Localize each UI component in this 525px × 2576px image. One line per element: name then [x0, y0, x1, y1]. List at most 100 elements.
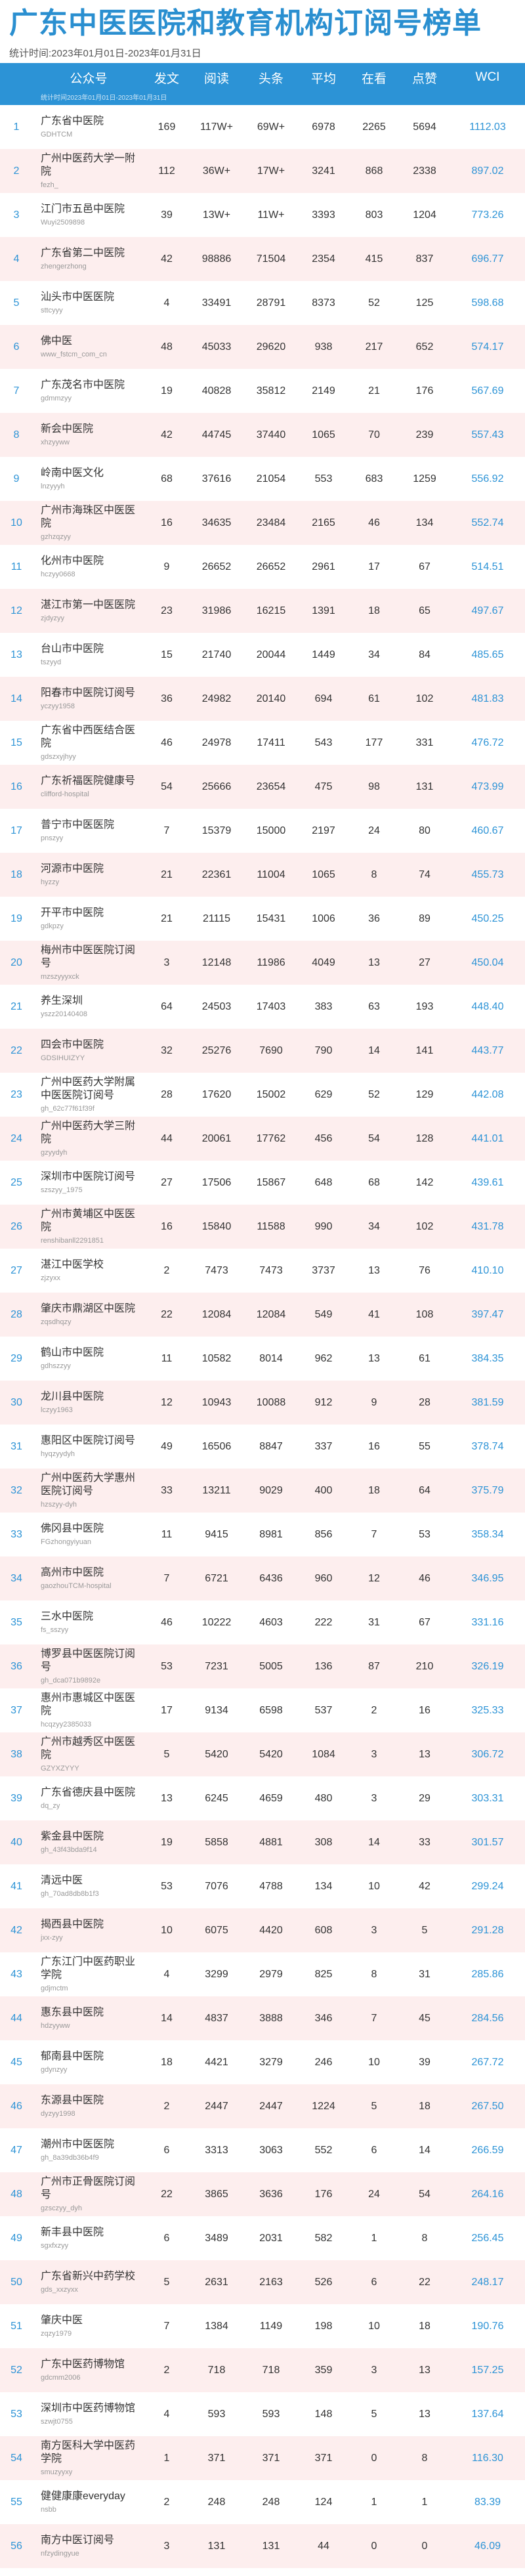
rank-cell: 40 — [10, 1836, 22, 1848]
table-row: 31 惠阳区中医院订阅号 hyqzyydyh 49 16506 8847 337 16 55 37… — [0, 1425, 525, 1469]
avg-cell: 246 — [314, 2056, 333, 2068]
name-cell: 广东省中西医结合医院 gdszxyjhyy — [33, 724, 144, 762]
table-row: 41 清远中医 gh_70ad8db8b1f3 53 7076 4788 134 10 42 29… — [0, 1864, 525, 1908]
wci-cell: 443.77 — [471, 1044, 504, 1056]
account-id: gh_43f43bda9f14 — [41, 1846, 97, 1854]
look-cell: 52 — [368, 1088, 380, 1100]
account-name: 惠州市惠城区中医医院 — [41, 1692, 136, 1717]
table-row: 45 郁南县中医院 gdynzyy 18 4421 3279 246 10 39 267.72 — [0, 2040, 525, 2084]
like-cell: 108 — [415, 1308, 434, 1320]
like-cell: 89 — [419, 912, 430, 924]
name-cell: 佛中医 www_fstcm_com_cn — [33, 335, 144, 359]
wci-cell: 384.35 — [471, 1352, 504, 1364]
wci-cell: 1112.03 — [469, 121, 506, 133]
wci-cell: 285.86 — [471, 1968, 504, 1980]
wci-cell: 441.01 — [471, 1132, 504, 1144]
account-id: fezh_ — [41, 181, 58, 189]
name-cell: 惠东县中医院 hdzyyww — [33, 2006, 144, 2030]
posts-cell: 9 — [163, 561, 170, 572]
avg-cell: 648 — [314, 1176, 333, 1188]
account-id: GDHTCM — [41, 131, 73, 139]
avg-cell: 383 — [314, 1000, 333, 1012]
posts-cell: 3 — [163, 956, 170, 968]
posts-cell: 16 — [161, 1220, 173, 1232]
table-row: 29 鹤山市中医院 gdhszzyy 11 10582 8014 962 13 61 384.35 — [0, 1337, 525, 1381]
account-id: lnzyyyh — [41, 483, 65, 490]
name-cell: 广东茂名市中医院 gdmmzyy — [33, 379, 144, 403]
like-cell: 131 — [415, 781, 434, 792]
like-cell: 33 — [419, 1836, 430, 1848]
like-cell: 22 — [419, 2276, 430, 2288]
like-cell: 67 — [419, 561, 430, 572]
name-cell: 广州市越秀区中医医院 GZYXZYYY — [33, 1736, 144, 1773]
account-name: 佛冈县中医院 — [41, 1523, 104, 1534]
like-cell: 67 — [419, 1616, 430, 1628]
posts-cell: 28 — [161, 1088, 173, 1100]
account-name: 普宁市中医医院 — [41, 819, 115, 830]
rank-cell: 29 — [10, 1352, 22, 1364]
rank-cell: 15 — [10, 737, 22, 748]
posts-cell: 169 — [158, 121, 176, 133]
like-cell: 652 — [415, 341, 434, 353]
reads-cell: 4837 — [205, 2012, 228, 2024]
account-id: renshibanll2291851 — [41, 1237, 104, 1245]
reads-cell: 12148 — [201, 956, 232, 968]
rank-cell: 25 — [10, 1176, 22, 1188]
name-cell: 广州中医药大学一附院 fezh_ — [33, 152, 144, 190]
account-id: nfzydingyue — [41, 2550, 79, 2558]
look-cell: 13 — [368, 956, 380, 968]
posts-cell: 6 — [163, 2144, 170, 2156]
head-cell: 8014 — [259, 1352, 283, 1364]
reads-cell: 10943 — [201, 1396, 232, 1408]
avg-cell: 222 — [314, 1616, 333, 1628]
head-cell: 4788 — [259, 1880, 283, 1892]
name-cell: 广州中医药大学惠州医院订阅号 hzszyy-dyh — [33, 1472, 144, 1509]
account-name: 深圳市中医药博物馆 — [41, 2403, 136, 2414]
head-cell: 4603 — [259, 1616, 283, 1628]
page-title: 广东中医医院和教育机构订阅号榜单 — [9, 7, 482, 40]
reads-cell: 248 — [207, 2496, 226, 2508]
look-cell: 24 — [368, 2188, 380, 2200]
table-row: 25 深圳市中医院订阅号 szszyy_1975 27 17506 15867 648 68 1… — [0, 1161, 525, 1205]
account-name: 新会中医院 — [41, 423, 94, 435]
rank-cell: 10 — [10, 517, 22, 528]
rank-cell: 7 — [13, 385, 20, 397]
like-cell: 193 — [415, 1000, 434, 1012]
look-cell: 0 — [371, 2540, 377, 2552]
reads-cell: 9415 — [205, 1528, 228, 1540]
look-cell: 24 — [368, 825, 380, 836]
account-id: zhengerzhong — [41, 263, 87, 270]
rank-cell: 21 — [10, 1000, 22, 1012]
posts-cell: 7 — [163, 2320, 170, 2332]
name-cell: 广东中医药博物馆 gdcmm2006 — [33, 2358, 144, 2382]
look-cell: 7 — [371, 2012, 377, 2024]
account-id: FGzhongyiyuan — [41, 1538, 92, 1546]
name-cell: 广州市正骨医院订阅号 gzsczyy_dyh — [33, 2176, 144, 2213]
rank-cell: 53 — [10, 2408, 22, 2420]
posts-cell: 23 — [161, 605, 173, 616]
look-cell: 8 — [371, 1968, 377, 1980]
posts-cell: 5 — [163, 2276, 170, 2288]
like-cell: 102 — [415, 693, 434, 704]
posts-cell: 53 — [161, 1660, 173, 1672]
posts-cell: 7 — [163, 825, 170, 836]
look-cell: 14 — [368, 1044, 380, 1056]
rank-cell: 12 — [10, 605, 22, 616]
name-cell: 健健康康everyday nsbb — [33, 2490, 144, 2514]
col-like: 点赞 — [411, 72, 437, 86]
wci-cell: 455.73 — [471, 869, 504, 880]
reads-cell: 6721 — [205, 1572, 228, 1584]
table-row: 35 三水中医院 fs_sszyy 46 10222 4603 222 31 67 331.16 — [0, 1600, 525, 1644]
like-cell: 331 — [415, 737, 434, 748]
account-id: gzhzqzyy — [41, 533, 71, 541]
table-row: 14 阳春市中医院订阅号 yczyy1958 36 24982 20140 694 61 102… — [0, 677, 525, 721]
like-cell: 54 — [419, 2188, 430, 2200]
wci-cell: 248.17 — [471, 2276, 504, 2288]
table-subheader-note: 统计时间2023年01月01日-2023年01月31日 — [0, 92, 525, 105]
name-cell: 广东江门中医药职业学院 gdjmctm — [33, 1956, 144, 1993]
posts-cell: 68 — [161, 473, 173, 484]
wci-cell: 299.24 — [471, 1880, 504, 1892]
account-id: gdszxyjhyy — [41, 753, 76, 761]
name-cell: 养生深圳 yszz20140408 — [33, 995, 144, 1019]
wci-cell: 450.04 — [471, 956, 504, 968]
